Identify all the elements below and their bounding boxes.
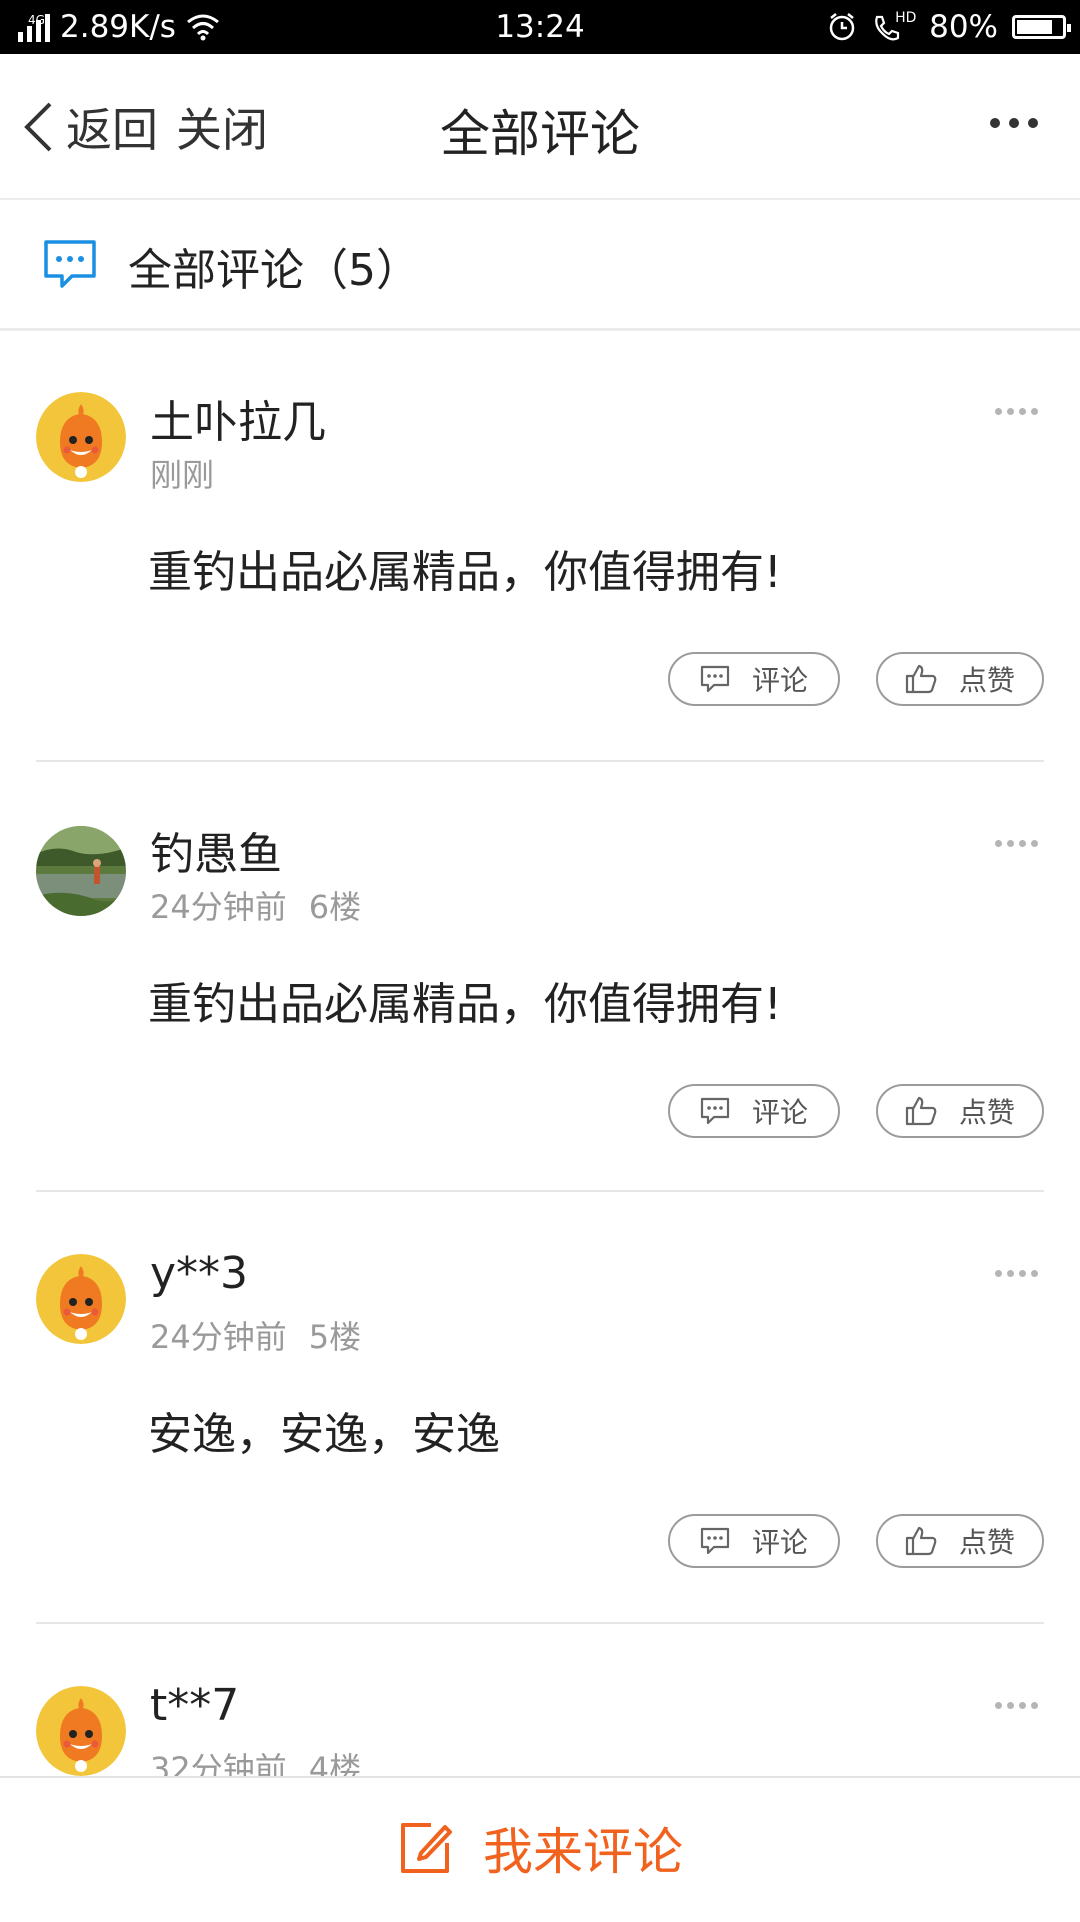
- alarm-icon: [829, 13, 855, 41]
- comment-meta: 32分钟前 4楼: [150, 1744, 361, 1776]
- reply-button[interactable]: 评论: [668, 652, 840, 706]
- like-label: 点赞: [958, 1526, 1015, 1559]
- comment-text: 安逸，安逸，安逸: [148, 1409, 500, 1460]
- username[interactable]: y**3: [150, 1248, 248, 1299]
- more-icon[interactable]: [990, 118, 1038, 128]
- status-bar: 4G 2.89K/s 13:24 HD 80%: [0, 0, 1080, 54]
- like-button[interactable]: 点赞: [876, 652, 1044, 706]
- like-button[interactable]: 点赞: [876, 1514, 1044, 1568]
- comment-icon: [700, 665, 730, 693]
- thumbs-up-icon: [905, 664, 937, 694]
- reply-button[interactable]: 评论: [668, 1084, 840, 1138]
- floor-number: 4楼: [308, 1750, 362, 1776]
- divider: [36, 760, 1044, 762]
- avatar[interactable]: [36, 392, 126, 482]
- more-options-icon[interactable]: [995, 840, 1038, 847]
- more-options-icon[interactable]: [995, 1270, 1038, 1277]
- avatar[interactable]: [36, 1254, 126, 1344]
- battery-icon: [1012, 15, 1071, 39]
- comment-icon: [700, 1097, 730, 1125]
- comment-meta: 刚刚: [150, 450, 214, 496]
- nav-bar: 返回 关闭 全部评论: [0, 54, 1080, 200]
- hd-call-icon: HD: [871, 10, 916, 42]
- comment-icon: [700, 1527, 730, 1555]
- comment-time: 刚刚: [150, 456, 215, 494]
- floor-number: 5楼: [308, 1318, 362, 1356]
- like-label: 点赞: [958, 664, 1015, 697]
- reply-label: 评论: [751, 1526, 808, 1559]
- comment-item: t**7 32分钟前 4楼: [0, 1624, 1080, 1776]
- page-title: 全部评论: [440, 105, 640, 163]
- reply-label: 评论: [751, 664, 808, 697]
- username[interactable]: t**7: [150, 1680, 239, 1731]
- battery-percent: 80%: [929, 9, 998, 45]
- divider: [36, 1190, 1044, 1192]
- reply-label: 评论: [751, 1096, 808, 1129]
- username[interactable]: 土卟拉几: [150, 386, 326, 450]
- more-options-icon[interactable]: [995, 1702, 1038, 1709]
- comment-bubble-icon: [44, 240, 96, 288]
- thumbs-up-icon: [905, 1526, 937, 1556]
- write-comment-label: 我来评论: [483, 1823, 683, 1881]
- comment-time: 24分钟前: [150, 888, 287, 926]
- comment-time: 24分钟前: [150, 1318, 287, 1356]
- comment-text: 重钓出品必属精品，你值得拥有!: [148, 547, 782, 598]
- comment-meta: 24分钟前 6楼: [150, 882, 361, 928]
- thumbs-up-icon: [905, 1096, 937, 1126]
- reply-button[interactable]: 评论: [668, 1514, 840, 1568]
- like-label: 点赞: [958, 1096, 1015, 1129]
- comments-header: 全部评论（5）: [0, 200, 1080, 331]
- write-comment-button[interactable]: 我来评论: [0, 1812, 1080, 1884]
- username[interactable]: 钓愚鱼: [150, 818, 282, 882]
- like-button[interactable]: 点赞: [876, 1084, 1044, 1138]
- comment-footer-bar: 我来评论: [0, 1776, 1080, 1922]
- comment-time: 32分钟前: [150, 1750, 287, 1776]
- more-options-icon[interactable]: [995, 408, 1038, 415]
- edit-icon: [401, 1823, 452, 1873]
- comment-text: 重钓出品必属精品，你值得拥有!: [148, 979, 782, 1030]
- comments-count-label: 全部评论（5）: [128, 245, 420, 296]
- comment-meta: 24分钟前 5楼: [150, 1312, 361, 1358]
- floor-number: 6楼: [308, 888, 362, 926]
- avatar[interactable]: [36, 826, 126, 916]
- avatar[interactable]: [36, 1686, 126, 1776]
